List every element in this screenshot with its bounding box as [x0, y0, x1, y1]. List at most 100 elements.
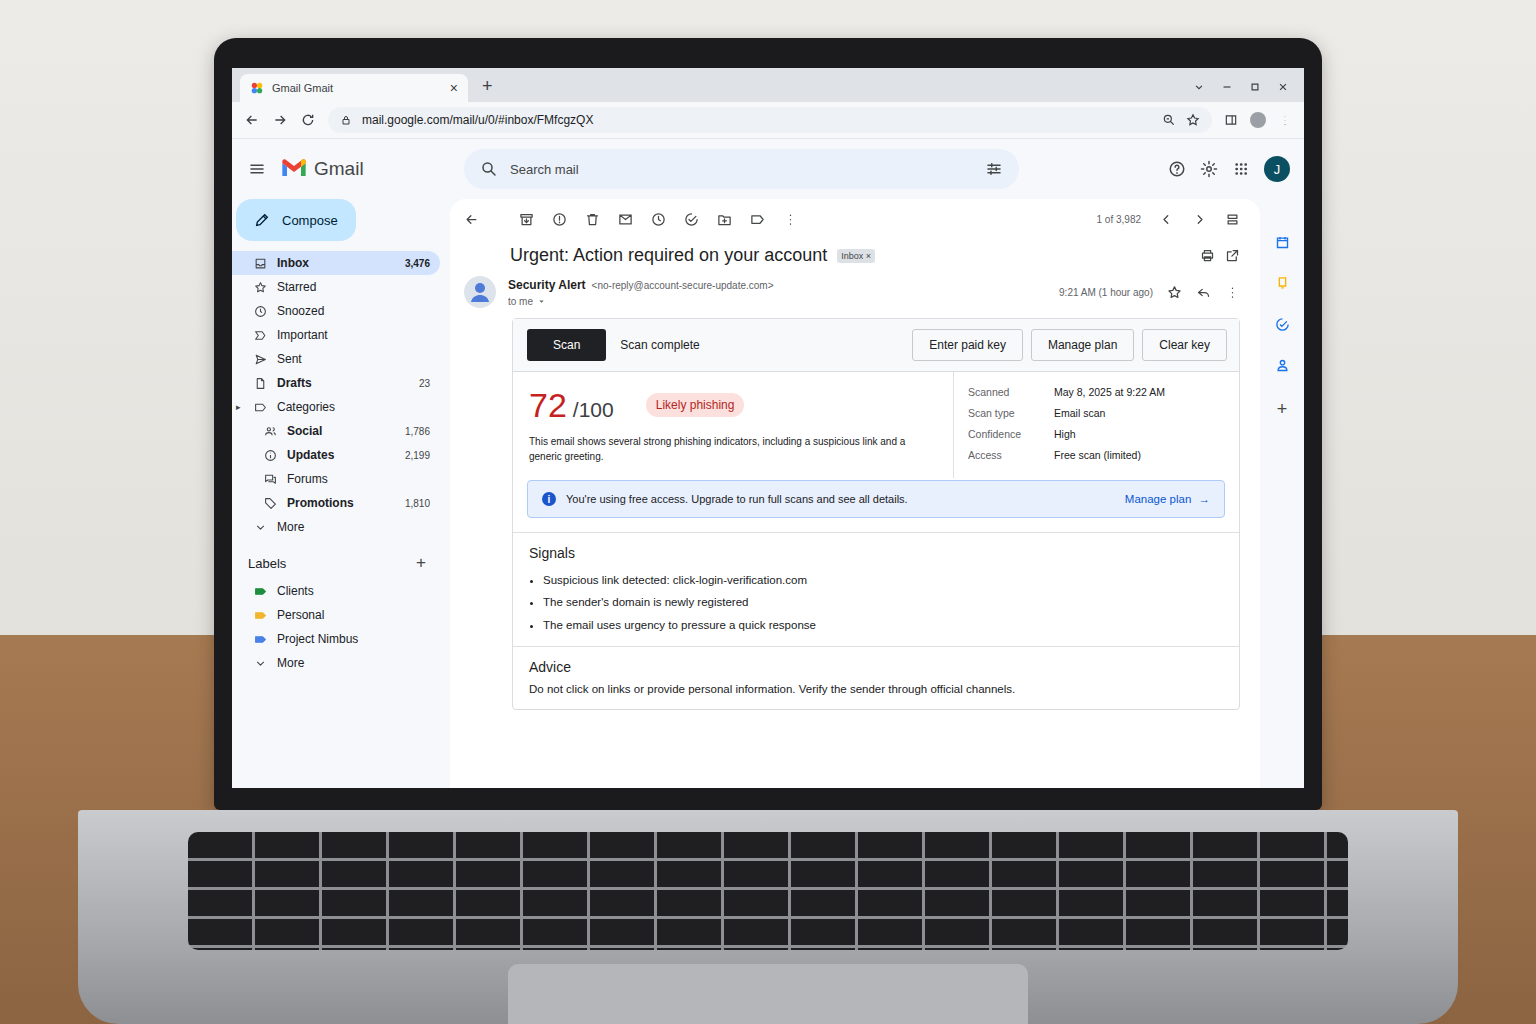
- sidebar-item[interactable]: Drafts23: [232, 371, 440, 395]
- scan-action-button[interactable]: Manage plan: [1031, 329, 1134, 361]
- zoom-icon[interactable]: [1162, 113, 1176, 127]
- remove-tag-button[interactable]: ×: [866, 251, 871, 261]
- main-menu-icon[interactable]: [248, 160, 266, 178]
- back-to-inbox-icon[interactable]: [464, 212, 479, 227]
- browser-menu-icon[interactable]: [1278, 113, 1292, 127]
- email-subject: Urgent: Action required on your account: [510, 245, 827, 266]
- chevron-icon: [254, 521, 267, 534]
- scan-button[interactable]: Scan: [527, 329, 606, 361]
- label-item[interactable]: Project Nimbus: [232, 627, 440, 651]
- sidebar-item[interactable]: Forums: [232, 467, 440, 491]
- advice-text: Do not click on links or provide persona…: [529, 683, 1223, 695]
- message-toolbar: 1 of 3,982: [464, 199, 1240, 239]
- account-avatar[interactable]: J: [1264, 156, 1290, 182]
- label-item[interactable]: Personal: [232, 603, 440, 627]
- message-more-icon[interactable]: [1225, 285, 1240, 300]
- pencil-icon: [254, 212, 270, 228]
- search-options-icon[interactable]: [985, 160, 1003, 178]
- forward-icon[interactable]: [272, 112, 288, 128]
- profile-icon[interactable]: [1250, 112, 1266, 128]
- sidebar-item-label: Drafts: [277, 376, 409, 390]
- contacts-icon[interactable]: [1275, 358, 1290, 373]
- gmail-m-icon: [280, 155, 308, 183]
- sender-name: Security Alert: [508, 278, 586, 292]
- keep-icon[interactable]: [1275, 276, 1290, 291]
- compose-button[interactable]: Compose: [236, 199, 356, 241]
- sidebar-item[interactable]: More: [232, 515, 440, 539]
- bookmark-star-icon[interactable]: [1186, 113, 1200, 127]
- sender-row: Security Alert<no-reply@account-secure-u…: [464, 276, 1240, 318]
- label-icon[interactable]: [750, 212, 765, 227]
- calendar-icon[interactable]: [1275, 235, 1290, 250]
- label-item[interactable]: Clients: [232, 579, 440, 603]
- info-icon: [264, 449, 277, 462]
- new-tab-button[interactable]: +: [482, 76, 493, 97]
- sidebar-item[interactable]: Promotions1,810: [232, 491, 440, 515]
- gmail-body: Compose Inbox3,476StarredSnoozedImportant…: [232, 199, 1304, 788]
- sidebar-item[interactable]: Snoozed: [232, 299, 440, 323]
- maximize-icon[interactable]: [1248, 80, 1262, 94]
- sidebar-item[interactable]: ▸ Categories: [232, 395, 440, 419]
- star-icon[interactable]: [1167, 285, 1182, 300]
- apps-grid-icon[interactable]: [1232, 160, 1250, 178]
- label-tag-icon: [254, 609, 267, 622]
- tab-list-icon[interactable]: [1192, 80, 1206, 94]
- previous-icon[interactable]: [1159, 212, 1174, 227]
- tasks-icon[interactable]: [1275, 317, 1290, 332]
- sidebar-item[interactable]: Updates2,199: [232, 443, 440, 467]
- sidebar-item[interactable]: Social1,786: [232, 419, 440, 443]
- url-field[interactable]: mail.google.com/mail/u/0/#inbox/FMfcgzQX: [328, 107, 1212, 133]
- reload-icon[interactable]: [300, 112, 316, 128]
- message-time: 9:21 AM (1 hour ago): [1059, 287, 1153, 298]
- sidebar-item[interactable]: Inbox3,476: [232, 251, 440, 275]
- gmail-logo[interactable]: Gmail: [280, 155, 450, 183]
- search-field[interactable]: Search mail: [464, 149, 1019, 189]
- move-icon[interactable]: [717, 212, 732, 227]
- close-window-icon[interactable]: [1276, 80, 1290, 94]
- scan-action-button[interactable]: Enter paid key: [912, 329, 1023, 361]
- file-icon: [254, 377, 267, 390]
- sidebar-item[interactable]: Sent: [232, 347, 440, 371]
- expand-caret[interactable]: ▸: [236, 402, 244, 412]
- reply-icon[interactable]: [1196, 285, 1211, 300]
- mark-unread-icon[interactable]: [618, 212, 633, 227]
- gmail-header: Gmail Search mail J: [232, 139, 1304, 199]
- detail-label: Confidence: [968, 428, 1054, 440]
- help-icon[interactable]: [1168, 160, 1186, 178]
- signal-item: The email uses urgency to pressure a qui…: [543, 614, 1223, 636]
- detail-value: Free scan (limited): [1054, 449, 1225, 461]
- sidebar-item-label: Categories: [277, 400, 430, 414]
- inbox-tag[interactable]: Inbox ×: [837, 249, 875, 263]
- delete-icon[interactable]: [585, 212, 600, 227]
- side-panel-icon[interactable]: [1224, 113, 1238, 127]
- browser-tab[interactable]: Gmail Gmait×: [240, 74, 468, 102]
- input-tools-icon[interactable]: [1225, 212, 1240, 227]
- next-icon[interactable]: [1192, 212, 1207, 227]
- tab-close-button[interactable]: ×: [450, 80, 458, 96]
- report-icon[interactable]: [552, 212, 567, 227]
- sidebar-item[interactable]: Starred: [232, 275, 440, 299]
- pagination-text: 1 of 3,982: [1097, 214, 1141, 225]
- back-icon[interactable]: [244, 112, 260, 128]
- add-addon-button[interactable]: +: [1277, 399, 1288, 420]
- phishing-scan-card: ScanScan completeEnter paid keyManage pl…: [512, 318, 1240, 710]
- settings-gear-icon[interactable]: [1200, 160, 1218, 178]
- sidebar-item[interactable]: Important: [232, 323, 440, 347]
- info-icon: i: [542, 492, 556, 506]
- inbox-icon: [254, 257, 267, 270]
- snooze-icon[interactable]: [651, 212, 666, 227]
- search-icon: [480, 160, 498, 178]
- minimize-icon[interactable]: [1220, 80, 1234, 94]
- more-icon[interactable]: [783, 212, 798, 227]
- scan-action-button[interactable]: Clear key: [1142, 329, 1227, 361]
- label-tag-icon: [254, 633, 267, 646]
- labels-more-item[interactable]: More: [232, 651, 440, 675]
- signals-title: Signals: [529, 545, 1223, 561]
- add-task-icon[interactable]: [684, 212, 699, 227]
- print-icon[interactable]: [1200, 248, 1215, 263]
- recipient-details[interactable]: to me: [508, 296, 774, 307]
- manage-plan-link[interactable]: Manage plan →: [1125, 493, 1210, 505]
- open-new-window-icon[interactable]: [1225, 248, 1240, 263]
- archive-icon[interactable]: [519, 212, 534, 227]
- add-label-button[interactable]: +: [416, 553, 426, 573]
